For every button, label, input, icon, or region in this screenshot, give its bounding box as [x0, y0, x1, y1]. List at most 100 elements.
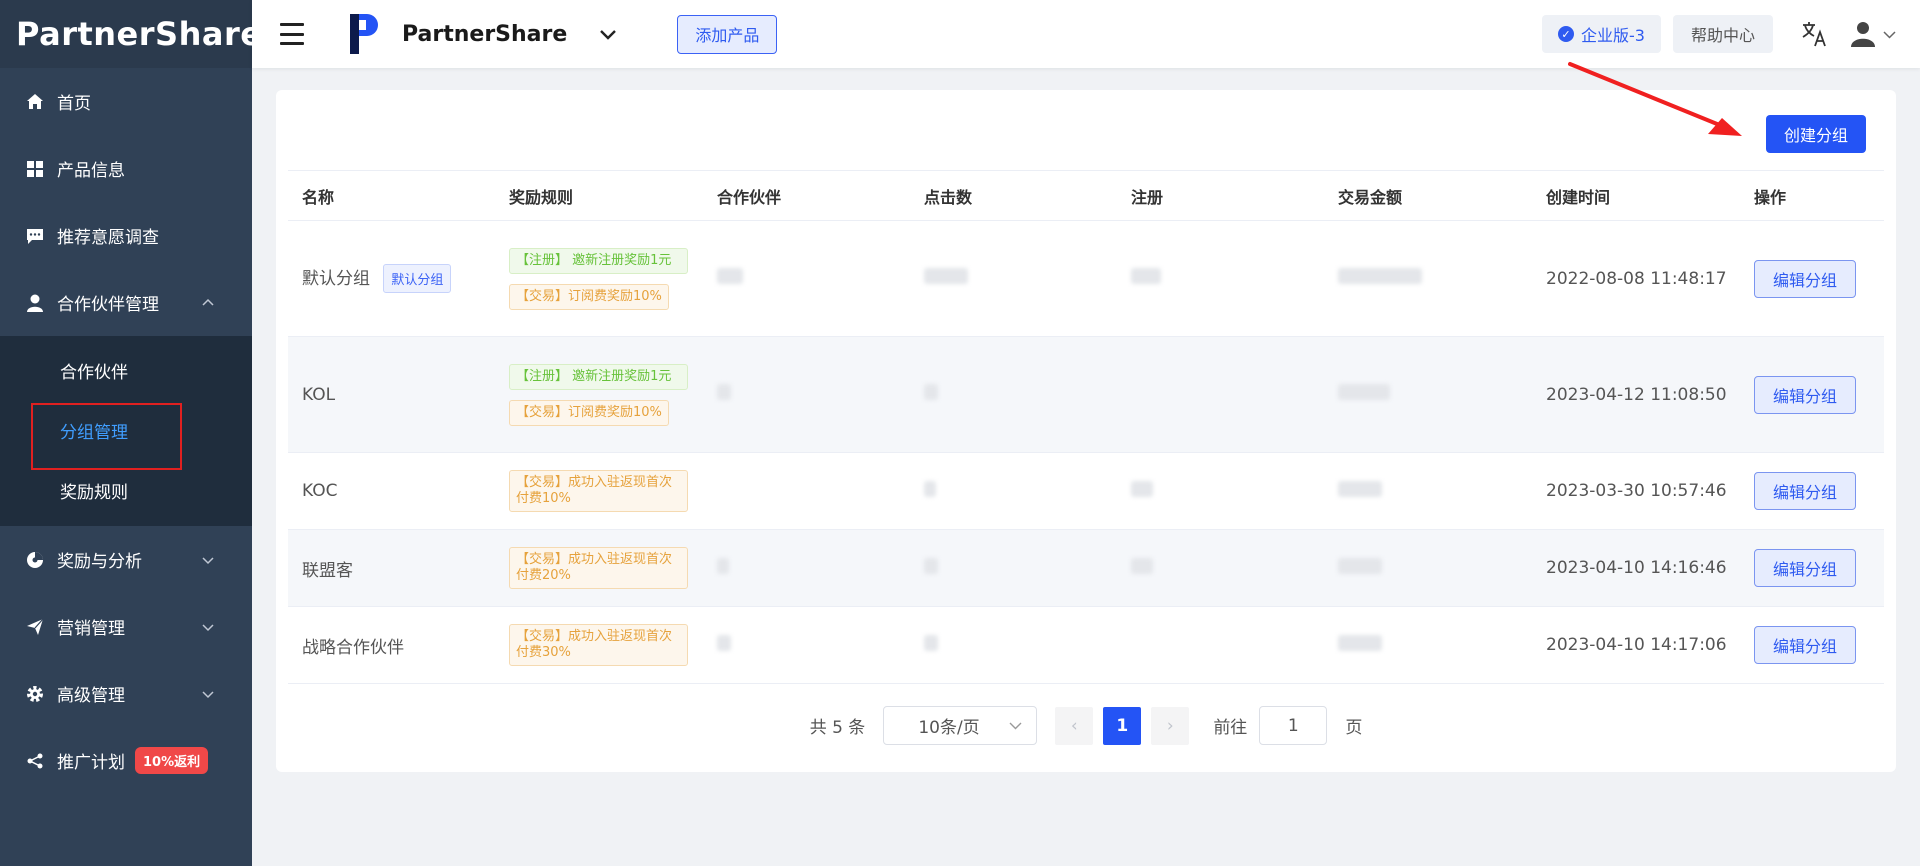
sidebar-item-label: 推荐意愿调查	[57, 228, 159, 248]
gear-icon	[26, 685, 44, 703]
user-avatar-icon[interactable]	[1851, 21, 1875, 47]
sidebar-item-label: 合作伙伴管理	[57, 295, 159, 315]
redacted-value	[1338, 557, 1382, 574]
clicks-cell	[910, 337, 1117, 453]
create-group-button[interactable]: 创建分组	[1765, 115, 1866, 153]
reward-rules-cell: 【交易】成功入驻返现首次付费30%	[495, 607, 703, 684]
reward-rule-tag: 【注册】 邀新注册奖励1元	[509, 247, 688, 274]
rebate-badge: 10%返利	[135, 747, 209, 774]
reward-rule-tag: 【交易】订阅费奖励10%	[509, 283, 669, 310]
pie-icon	[26, 551, 44, 569]
partners-cell	[703, 530, 910, 607]
sidebar-item-rewards-analysis[interactable]: 奖励与分析	[0, 526, 252, 593]
table-row: KOL 【注册】 邀新注册奖励1元 【交易】订阅费奖励10% 2023-04-1…	[288, 336, 1884, 453]
edit-group-button[interactable]: 编辑分组	[1754, 549, 1857, 587]
edit-group-button[interactable]: 编辑分组	[1754, 626, 1857, 664]
group-name: 联盟客	[302, 560, 353, 581]
group-name: KOC	[302, 481, 338, 501]
logo-text: PartnerShare	[16, 15, 263, 53]
registrations-cell	[1117, 453, 1324, 530]
registrations-cell	[1117, 607, 1324, 684]
default-group-tag: 默认分组	[383, 264, 452, 293]
col-reward-rules: 奖励规则	[509, 187, 574, 207]
chevron-down-icon	[1009, 722, 1022, 730]
actions-cell: 编辑分组	[1740, 530, 1884, 607]
reward-rule-tag: 【注册】 邀新注册奖励1元	[509, 363, 688, 390]
actions-cell: 编辑分组	[1740, 337, 1884, 453]
app-logo[interactable]: PartnerShare	[0, 0, 262, 68]
created-time: 2023-03-30 10:57:46	[1546, 481, 1727, 501]
page-unit-label: 页	[1345, 718, 1363, 738]
amount-cell	[1324, 221, 1532, 337]
sidebar-item-label: 奖励与分析	[57, 552, 142, 572]
chat-icon	[26, 227, 44, 245]
redacted-value	[1338, 384, 1390, 400]
sidebar-item-survey[interactable]: 推荐意愿调查	[0, 202, 252, 269]
next-page-button[interactable]: ›	[1151, 706, 1190, 745]
actions-cell: 编辑分组	[1740, 453, 1884, 530]
reward-rule-tag: 【交易】成功入驻返现首次付费20%	[509, 547, 688, 589]
clicks-cell	[910, 453, 1117, 530]
goto-page-input[interactable]	[1259, 706, 1328, 745]
sidebar-item-label: 营销管理	[57, 619, 125, 639]
redacted-value	[717, 557, 729, 574]
sidebar-item-marketing[interactable]: 营销管理	[0, 593, 252, 660]
add-product-button[interactable]: 添加产品	[677, 14, 778, 54]
check-icon: ✓	[1558, 26, 1575, 42]
redacted-value	[1131, 268, 1161, 284]
chevron-down-icon[interactable]	[599, 25, 617, 43]
user-icon	[26, 294, 44, 312]
col-registrations: 注册	[1131, 187, 1164, 207]
created-time: 2023-04-10 14:16:46	[1546, 558, 1727, 578]
redacted-value	[924, 384, 938, 400]
edit-group-button[interactable]: 编辑分组	[1754, 375, 1857, 414]
sidebar-item-promotion[interactable]: 推广计划 10%返利	[0, 727, 252, 794]
table-row: 联盟客 【交易】成功入驻返现首次付费20% 2023-04-10 14:16:4…	[288, 529, 1884, 607]
sidebar-menu-lower: 奖励与分析 营销管理 高级管理 推广计划 10%返利	[0, 526, 252, 794]
sidebar-item-advanced[interactable]: 高级管理	[0, 660, 252, 727]
reward-rules-cell: 【交易】成功入驻返现首次付费20%	[495, 530, 703, 607]
sidebar: PartnerShare 首页 产品信息 推荐意愿调查 合作伙伴管理 合作伙伴 …	[0, 0, 262, 866]
redacted-value	[717, 634, 731, 651]
partners-cell	[703, 221, 910, 337]
created-time: 2023-04-10 14:17:06	[1546, 635, 1727, 655]
menu-toggle-icon[interactable]	[280, 23, 304, 45]
chevron-down-icon[interactable]	[1883, 28, 1896, 41]
reward-rules-cell: 【注册】 邀新注册奖励1元 【交易】订阅费奖励10%	[495, 221, 703, 337]
top-header: PartnerShare 添加产品 ✓ 企业版-3 帮助中心	[252, 0, 1920, 68]
group-table: 名称 奖励规则 合作伙伴 点击数 注册 交易金额 创建时间 操作 默认分组 默认…	[288, 170, 1884, 684]
chevron-down-icon	[202, 556, 214, 564]
col-clicks: 点击数	[924, 187, 973, 207]
sidebar-item-label: 首页	[57, 94, 91, 114]
sidebar-item-partners[interactable]: 合作伙伴	[0, 340, 252, 400]
created-time: 2023-04-12 11:08:50	[1546, 384, 1727, 405]
redacted-value	[1338, 634, 1382, 651]
sidebar-item-product-info[interactable]: 产品信息	[0, 135, 252, 202]
total-count: 共 5 条	[809, 718, 866, 738]
clicks-cell	[910, 530, 1117, 607]
help-center-button[interactable]: 帮助中心	[1672, 15, 1773, 53]
amount-cell	[1324, 607, 1532, 684]
amount-cell	[1324, 530, 1532, 607]
edition-badge[interactable]: ✓ 企业版-3	[1542, 15, 1661, 53]
edit-group-button[interactable]: 编辑分组	[1754, 259, 1857, 298]
reward-rules-cell: 【注册】 邀新注册奖励1元 【交易】订阅费奖励10%	[495, 337, 703, 453]
chevron-down-icon	[202, 690, 214, 698]
grid-icon	[26, 160, 44, 178]
sidebar-item-home[interactable]: 首页	[0, 68, 252, 135]
edit-group-button[interactable]: 编辑分组	[1754, 472, 1857, 510]
sidebar-item-reward-rules[interactable]: 奖励规则	[0, 460, 252, 520]
amount-cell	[1324, 453, 1532, 530]
reward-rules-cell: 【交易】成功入驻返现首次付费10%	[495, 453, 703, 530]
page-number-1[interactable]: 1	[1103, 706, 1142, 745]
table-row: 默认分组 默认分组 【注册】 邀新注册奖励1元 【交易】订阅费奖励10% 202…	[288, 221, 1884, 337]
sidebar-item-group-management[interactable]: 分组管理	[0, 400, 252, 470]
prev-page-button[interactable]: ‹	[1055, 706, 1094, 745]
page-size-select[interactable]: 10条/页	[883, 706, 1038, 745]
translate-icon[interactable]	[1801, 20, 1829, 48]
sidebar-item-partner-management[interactable]: 合作伙伴管理	[0, 269, 252, 336]
redacted-value	[717, 384, 731, 400]
redacted-value	[924, 557, 938, 574]
redacted-value	[924, 480, 936, 497]
clicks-cell	[910, 221, 1117, 337]
